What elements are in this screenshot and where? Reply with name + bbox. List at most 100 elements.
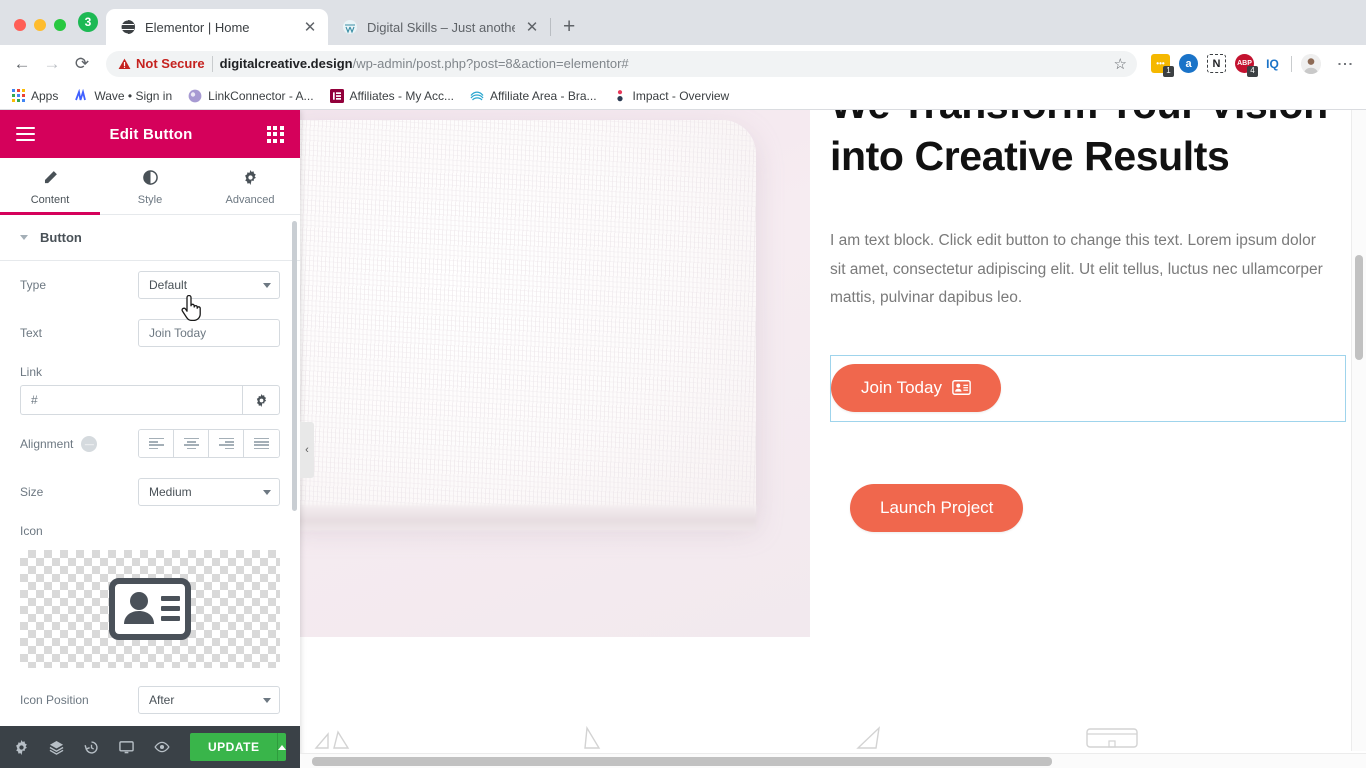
control-text: Text Join Today <box>0 309 300 357</box>
boat-outline-icon <box>314 730 350 749</box>
forward-button[interactable]: → <box>38 50 66 78</box>
affiliate-icon <box>470 90 484 100</box>
responsive-mode-icon[interactable] <box>119 740 134 755</box>
link-options-button[interactable] <box>242 385 280 415</box>
page-vertical-scrollbar[interactable] <box>1351 110 1366 751</box>
maximize-window-button[interactable] <box>54 19 66 31</box>
vertical-scrollbar-thumb[interactable] <box>1355 255 1363 360</box>
triangle-outline-icon <box>856 726 880 749</box>
avatar-icon <box>1301 53 1321 74</box>
address-bar[interactable]: Not Secure digitalcreative.design/wp-adm… <box>106 50 1137 77</box>
bookmark-linkconnector[interactable]: LinkConnector - A... <box>188 88 314 103</box>
align-left-icon[interactable] <box>139 430 174 457</box>
size-select[interactable]: Medium <box>138 478 280 506</box>
icon-preview[interactable] <box>20 550 280 668</box>
hero-heading[interactable]: We Transform Your Vision into Creative R… <box>830 110 1346 183</box>
history-icon[interactable] <box>84 740 99 755</box>
join-today-button[interactable]: Join Today <box>831 363 1001 412</box>
section-button[interactable]: Button <box>0 215 300 261</box>
minimize-window-button[interactable] <box>34 19 46 31</box>
icon-position-label: Icon Position <box>20 693 89 707</box>
ext-glyph: a <box>1185 57 1192 70</box>
bookmark-impact[interactable]: Impact - Overview <box>613 88 730 103</box>
link-input[interactable]: # <box>20 385 242 415</box>
panel-scrollbar[interactable] <box>292 221 297 511</box>
update-button[interactable]: UPDATE <box>190 733 286 761</box>
pencil-icon <box>43 170 58 188</box>
iq-extension-icon[interactable]: IQ <box>1263 54 1282 73</box>
hero-image[interactable] <box>300 110 810 637</box>
page-horizontal-scrollbar[interactable] <box>300 753 1366 768</box>
notion-clipper-icon[interactable]: N <box>1207 54 1226 73</box>
ext-glyph: IQ <box>1266 56 1279 71</box>
bookmark-apps[interactable]: Apps <box>12 89 58 103</box>
control-alignment: Alignment — <box>0 419 300 468</box>
notes-extension-icon[interactable]: ••• 1 <box>1151 54 1174 77</box>
browser-tab-digital-skills[interactable]: Digital Skills – Just another Wo ✕ <box>328 9 550 45</box>
adblock-icon[interactable]: ABP 4 <box>1235 54 1258 77</box>
text-input[interactable]: Join Today <box>138 319 280 347</box>
tab-content[interactable]: Content <box>0 158 100 215</box>
linkconnector-icon <box>188 89 202 102</box>
bookmark-wave[interactable]: Wave • Sign in <box>74 88 172 103</box>
wordpress-icon <box>343 20 357 34</box>
not-secure-indicator[interactable]: Not Secure <box>118 56 205 71</box>
browser-tab-elementor[interactable]: Elementor | Home ✕ <box>106 9 328 45</box>
window-controls[interactable] <box>8 19 76 45</box>
hamburger-icon[interactable] <box>16 123 35 145</box>
close-tab-button[interactable]: ✕ <box>524 18 540 36</box>
bookmark-affiliates[interactable]: Affiliates - My Acc... <box>329 88 454 103</box>
extensions-area: ••• 1 a N ABP 4 IQ ⋮ <box>1147 53 1358 77</box>
browser-window: 3 Elementor | Home ✕ Digital Skills – Ju… <box>0 0 1366 768</box>
bookmarks-bar: Apps Wave • Sign in LinkConnector - A... <box>0 82 1366 110</box>
ext-glyph: N <box>1212 57 1221 70</box>
chevron-down-icon <box>263 282 271 288</box>
type-select[interactable]: Default <box>138 271 280 299</box>
desktop-responsive-icon[interactable]: — <box>81 435 98 452</box>
collapse-panel-button[interactable]: ‹ <box>300 422 314 478</box>
selected-widget-outline[interactable]: Join Today <box>830 354 1346 422</box>
launch-project-button[interactable]: Launch Project <box>850 483 1024 532</box>
towel-photo <box>300 120 756 520</box>
reload-button[interactable]: ⟳ <box>68 50 96 78</box>
towel-edge <box>300 505 756 531</box>
preview-eye-icon[interactable] <box>154 741 170 753</box>
close-tab-button[interactable]: ✕ <box>302 18 318 36</box>
horizontal-scrollbar-thumb[interactable] <box>312 757 1052 766</box>
button-label: Join Today <box>861 377 942 397</box>
panel-body: Button Type Default Text Join Today Link <box>0 215 300 726</box>
navigator-layers-icon[interactable] <box>49 740 64 755</box>
text-value: Join Today <box>149 326 207 340</box>
panel-tabs: Content Style Advanced <box>0 158 300 215</box>
update-options-button[interactable] <box>277 733 286 761</box>
control-icon-position: Icon Position After <box>0 676 300 724</box>
warning-triangle-icon <box>118 58 131 69</box>
amazon-assistant-icon[interactable]: a <box>1179 54 1198 73</box>
grid-widgets-icon[interactable] <box>266 125 284 143</box>
bookmark-label: LinkConnector - A... <box>208 88 314 103</box>
align-right-icon[interactable] <box>209 430 244 457</box>
size-value: Medium <box>149 485 192 499</box>
bookmark-star-icon[interactable]: ☆ <box>1114 55 1127 73</box>
tab-group-badge[interactable]: 3 <box>78 12 98 32</box>
page-viewport: We Transform Your Vision into Creative R… <box>0 110 1366 768</box>
align-justify-icon[interactable] <box>244 430 279 457</box>
gear-icon <box>256 393 266 407</box>
id-card-icon <box>952 380 971 396</box>
browser-menu-icon[interactable]: ⋮ <box>1330 56 1358 72</box>
chevron-left-icon: ‹ <box>305 444 309 456</box>
close-window-button[interactable] <box>14 19 26 31</box>
settings-icon[interactable] <box>14 739 29 755</box>
back-button[interactable]: ← <box>8 50 36 78</box>
bookmark-label: Impact - Overview <box>632 88 730 103</box>
tab-advanced[interactable]: Advanced <box>200 158 300 214</box>
align-center-icon[interactable] <box>174 430 209 457</box>
bookmark-affiliate-area[interactable]: Affiliate Area - Bra... <box>470 89 597 103</box>
link-label: Link <box>20 365 43 379</box>
profile-avatar-icon[interactable] <box>1301 53 1321 74</box>
tab-style[interactable]: Style <box>100 158 200 214</box>
icon-position-select[interactable]: After <box>138 686 280 714</box>
hero-paragraph[interactable]: I am text block. Click edit button to ch… <box>830 227 1330 313</box>
tab-label: Content <box>30 194 70 206</box>
new-tab-button[interactable]: + <box>551 16 587 45</box>
